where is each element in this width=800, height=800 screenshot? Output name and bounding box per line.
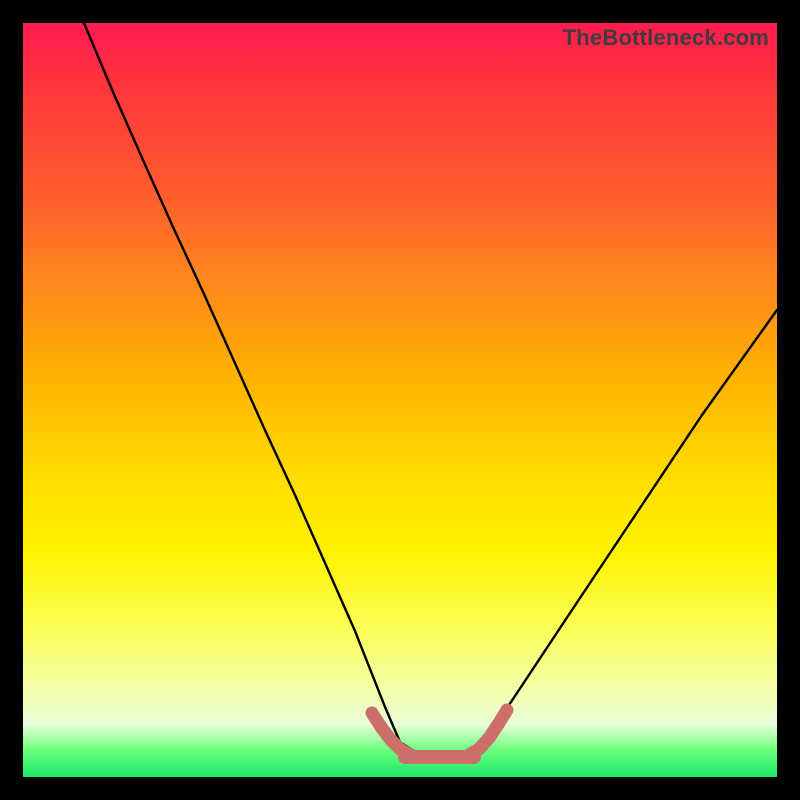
chart-frame: TheBottleneck.com: [0, 0, 800, 800]
trough-marker-flat: [398, 750, 481, 764]
chart-plot-area: TheBottleneck.com: [23, 23, 777, 777]
chart-svg: [23, 23, 777, 777]
bottleneck-curve: [84, 23, 777, 757]
trough-marker-right-arm: [469, 710, 507, 755]
